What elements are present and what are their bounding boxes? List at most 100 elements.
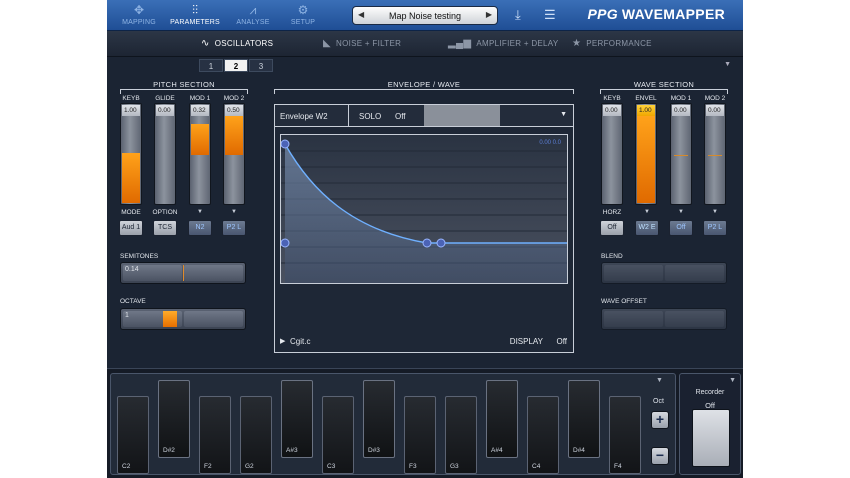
preset-selector[interactable]: ◀ Map Noise testing ▶ [352,6,498,25]
envelope-curve [280,135,567,283]
nav-mapping[interactable]: ✥ MAPPING [111,2,167,30]
wave-envel-fader[interactable]: 1.00 [635,103,657,205]
crosshair-icon: ✥ [133,3,145,17]
wave-envel-source[interactable]: W2 E [635,220,659,236]
osc-tab-3[interactable]: 3 [249,59,273,72]
option-button[interactable]: TCS [153,220,177,236]
key-a#3[interactable]: A#3 [281,380,313,458]
key-f2[interactable]: F2 [199,396,231,474]
semitones-value: 0.14 [125,266,139,273]
top-bar: ✥ MAPPING ⫶⫶ PARAMETERS ⩘ ANALYSE ⚙ SETU… [107,0,743,31]
keyboard-menu-icon[interactable]: ▼ [656,377,663,384]
key-d#2[interactable]: D#2 [158,380,190,458]
recorder-menu-icon[interactable]: ▼ [729,377,736,384]
envelope-section-title: ENVELOPE / WAVE [379,80,469,89]
prev-preset-icon[interactable]: ◀ [358,10,364,19]
pitch-bracket [120,89,248,94]
graph-readout: 0.00 0.0 [539,140,561,146]
download-icon[interactable]: ⤓ [515,7,521,23]
mode-button[interactable]: Aud 1 [119,220,143,236]
key-c2[interactable]: C2 [117,396,149,474]
envelope-bracket [274,89,574,94]
wave-mod2-fader[interactable]: 0.00 [704,103,726,205]
envelope-footer: ▶ Cgit.c DISPLAY Off [275,332,573,352]
wave-envel-fill [637,116,655,203]
key-g3[interactable]: G3 [445,396,477,474]
display-value[interactable]: Off [556,337,567,346]
octave-down-button[interactable]: − [651,447,669,465]
nav-parameters[interactable]: ⫶⫶ PARAMETERS [167,2,223,30]
key-d#4[interactable]: D#4 [568,380,600,458]
pitch-mod2-source[interactable]: P2 L [222,220,246,236]
display-label: DISPLAY [509,337,543,346]
tab-bar: ∿ OSCILLATORS ◣ NOISE + FILTER ▂▄▆ AMPLIFIE… [107,31,743,57]
mod2-dropdown-icon: ▼ [231,209,237,215]
octave-up-button[interactable]: + [651,411,669,429]
play-icon[interactable]: ▶ [280,337,285,345]
sliders-icon: ⫶⫶ [191,3,198,17]
menu-icon[interactable]: ☰ [544,7,556,23]
key-g2[interactable]: G2 [240,396,272,474]
key-a#4[interactable]: A#4 [486,380,518,458]
next-preset-icon[interactable]: ▶ [486,10,492,19]
wave-keyb-label: KEYB [603,95,621,102]
envelope-header: Envelope W2 SOLO Off ▼ [275,105,573,127]
gear-icon: ⚙ [297,3,309,17]
wave-keyb-fader[interactable]: 0.00 [601,103,623,205]
tab-amplifier-delay[interactable]: ▂▄▆ AMPLIFIER + DELAY [448,31,558,57]
tab-performance[interactable]: ★ PERFORMANCE [572,31,652,57]
osc-tab-2[interactable]: 2 [224,59,248,72]
preset-name: Map Noise testing [388,11,462,21]
octave-slider[interactable]: 1 [120,308,246,330]
pitch-section-title: PITCH SECTION [120,80,248,89]
envelope-name[interactable]: Envelope W2 [280,112,328,121]
key-d#3[interactable]: D#3 [363,380,395,458]
key-f3[interactable]: F3 [404,396,436,474]
wave-mod2-source[interactable]: P2 L [703,220,727,236]
envelope-dropdown-icon[interactable]: ▼ [560,111,567,118]
pitch-mod1-fill [191,124,209,155]
wave-offset-slider[interactable] [601,308,727,330]
horz-button[interactable]: Off [600,220,624,236]
sine-wave-icon: ∿ [201,38,210,49]
recorder-pad[interactable] [692,409,730,467]
wave-mod1-source[interactable]: Off [669,220,693,236]
nav-setup[interactable]: ⚙ SETUP [275,2,331,30]
analyse-icon: ⩘ [249,3,257,17]
pitch-glide-label: GLIDE [155,95,175,102]
keyboard: C2 F2 G2 C3 F3 G3 C4 F4 D#2 A#3 D#3 A#4 … [110,373,676,475]
footer-name: Cgit.c [290,337,311,346]
wave-mod1-fader[interactable]: 0.00 [670,103,692,205]
pitch-mod1-source[interactable]: N2 [188,220,212,236]
osc-tab-1[interactable]: 1 [199,59,223,72]
pitch-keyb-label: KEYB [122,95,140,102]
bars-icon: ▂▄▆ [448,38,472,49]
nav-analyse[interactable]: ⩘ ANALYSE [225,2,281,30]
wave-envel-label: ENVEL [635,95,657,102]
pitch-mod2-fill [225,116,243,155]
pitch-mod1-fader[interactable]: 0.32 [189,103,211,205]
semitones-label: SEMITONES [120,253,159,260]
key-c4[interactable]: C4 [527,396,559,474]
pitch-mod2-fader[interactable]: 0.50 [223,103,245,205]
tab-noise-filter[interactable]: ◣ NOISE + FILTER [323,31,401,57]
pitch-glide-fader[interactable]: 0.00 [154,103,176,205]
blend-slider[interactable] [601,262,727,284]
semitones-slider[interactable]: 0.14 [120,262,246,284]
envelope-graph[interactable]: 0.00 0.0 [280,134,568,284]
envelope-panel: Envelope W2 SOLO Off ▼ 0.00 0.0 ▶ Cgit.c… [274,104,574,353]
octave-value: 1 [125,312,129,319]
filter-icon: ◣ [323,38,331,49]
solo-value[interactable]: Off [395,112,406,121]
key-c3[interactable]: C3 [322,396,354,474]
pitch-keyb-fader[interactable]: 1.00 [120,103,142,205]
key-f4[interactable]: F4 [609,396,641,474]
envelope-slot[interactable] [424,105,500,126]
keyboard-area: C2 F2 G2 C3 F3 G3 C4 F4 D#2 A#3 D#3 A#4 … [107,368,743,478]
chevron-down-icon[interactable]: ▼ [724,61,731,68]
envel-dropdown-icon: ▼ [644,209,650,215]
octave-shift-label: Oct [653,398,664,405]
recorder-title: Recorder [695,389,725,396]
tab-oscillators[interactable]: ∿ OSCILLATORS [201,31,273,57]
octave-label: OCTAVE [120,298,146,305]
